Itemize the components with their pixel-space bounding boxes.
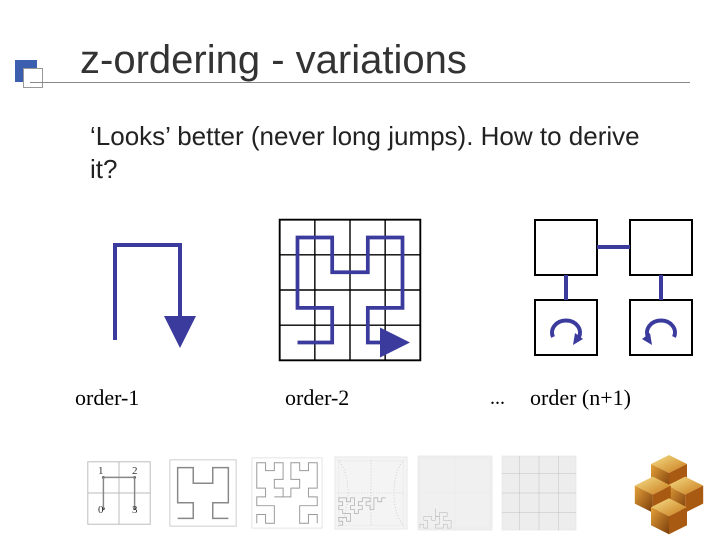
mini-hilbert-row: 1 2 0 3 — [80, 452, 640, 532]
figure-order-n-plus-1 — [525, 215, 695, 370]
figure-order-1 — [85, 215, 205, 360]
slide: z-ordering - variations ‘Looks’ better (… — [0, 0, 720, 540]
mini-hilbert-3-icon — [248, 454, 326, 532]
mini-hilbert-4-icon — [332, 454, 410, 532]
mini-label-tr: 2 — [132, 465, 138, 477]
mini-hilbert-2-icon — [164, 454, 242, 532]
figure-order-2-label: order-2 — [285, 385, 349, 411]
figures-row: order-1 order-2 .. — [75, 215, 675, 385]
mini-hilbert-6 — [500, 454, 578, 532]
hilbert-order-2-icon — [275, 215, 425, 365]
title-bar: z-ordering - variations — [0, 20, 720, 90]
mini-hilbert-2 — [164, 454, 242, 532]
mini-hilbert-3 — [248, 454, 326, 532]
hilbert-recursive-icon — [525, 215, 705, 365]
ellipsis: ... — [490, 387, 505, 410]
mini-hilbert-5-icon — [416, 454, 494, 532]
mini-hilbert-1: 1 2 0 3 — [80, 454, 158, 532]
title-underline — [30, 82, 690, 83]
mini-label-bl: 0 — [98, 504, 104, 516]
figure-order-2 — [275, 215, 425, 370]
figure-order-n-label: order (n+1) — [530, 385, 631, 411]
hilbert-order-1-icon — [85, 215, 205, 355]
mini-hilbert-4 — [332, 454, 410, 532]
mini-label-tl: 1 — [98, 465, 104, 477]
title-bullet-icon — [15, 60, 43, 88]
figure-order-1-label: order-1 — [75, 385, 139, 411]
mini-label-br: 3 — [132, 504, 138, 516]
mini-hilbert-5 — [416, 454, 494, 532]
slide-title: z-ordering - variations — [80, 38, 467, 83]
mini-hilbert-6-icon — [500, 454, 578, 532]
mini-hilbert-1-icon — [80, 454, 158, 532]
body-text: ‘Looks’ better (never long jumps). How t… — [90, 120, 670, 185]
decorative-cube-icon — [624, 446, 714, 536]
